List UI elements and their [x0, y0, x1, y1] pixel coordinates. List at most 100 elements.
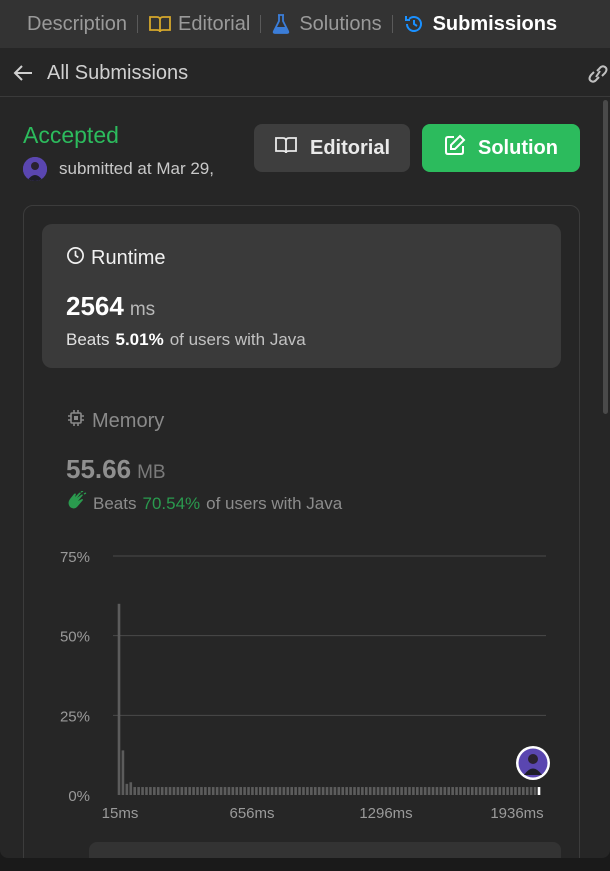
chart-bar[interactable] — [451, 787, 454, 795]
chart-bar[interactable] — [180, 787, 184, 795]
chart-bar[interactable] — [349, 787, 352, 795]
chart-bar[interactable] — [357, 787, 360, 795]
chart-bar[interactable] — [200, 787, 203, 795]
chart-bar[interactable] — [474, 787, 478, 795]
chart-bar[interactable] — [145, 787, 148, 795]
chart-bar[interactable] — [219, 787, 223, 795]
chart-bar[interactable] — [416, 787, 419, 795]
back-arrow-icon[interactable] — [12, 63, 34, 88]
tab-submissions[interactable]: Submissions — [403, 0, 557, 48]
chart-bar[interactable] — [188, 787, 191, 795]
chart-bar[interactable] — [274, 787, 278, 795]
chart-bar[interactable] — [510, 787, 513, 795]
chart-bar[interactable] — [455, 787, 458, 795]
chart-bar[interactable] — [310, 787, 313, 795]
chart-bar[interactable] — [392, 787, 396, 795]
chart-bar[interactable] — [192, 787, 195, 795]
chart-bar[interactable] — [176, 787, 180, 795]
scrollbar[interactable] — [603, 100, 608, 414]
chart-bar[interactable] — [290, 787, 294, 795]
all-submissions-link[interactable]: All Submissions — [47, 62, 188, 85]
chart-bar[interactable] — [164, 787, 168, 795]
chart-bar[interactable] — [306, 787, 309, 795]
solution-button[interactable]: Solution — [422, 124, 580, 172]
chart-bar[interactable] — [223, 787, 227, 795]
chart-bar[interactable] — [231, 787, 235, 795]
editorial-button[interactable]: Editorial — [254, 124, 410, 172]
chart-bar[interactable] — [439, 787, 443, 795]
chart-bar[interactable] — [521, 787, 525, 795]
chart-bar[interactable] — [529, 787, 533, 795]
chart-bar[interactable] — [443, 787, 447, 795]
chart-bar[interactable] — [423, 787, 427, 795]
chart-bar[interactable] — [153, 787, 156, 795]
chart-bar[interactable] — [337, 787, 341, 795]
chart-bar[interactable] — [376, 787, 380, 795]
tab-editorial[interactable]: Editorial — [148, 0, 250, 48]
chart-bar[interactable] — [333, 787, 337, 795]
chart-bar[interactable] — [133, 787, 137, 795]
chart-bar[interactable] — [372, 787, 376, 795]
chart-bar[interactable] — [325, 787, 329, 795]
chart-bar[interactable] — [262, 787, 266, 795]
chart-bar[interactable] — [239, 787, 242, 795]
chart-bar[interactable] — [286, 787, 290, 795]
chart-bar[interactable] — [345, 787, 348, 795]
chart-bar[interactable] — [361, 787, 364, 795]
chart-bar[interactable] — [278, 787, 282, 795]
chart-bar[interactable] — [149, 787, 152, 795]
chart-bar[interactable] — [384, 787, 388, 795]
chart-bar[interactable] — [353, 787, 356, 795]
chart-bar[interactable] — [137, 787, 140, 795]
chart-bar[interactable] — [431, 787, 435, 795]
chart-bar[interactable] — [435, 787, 439, 795]
chart-bar[interactable] — [168, 787, 172, 795]
chart-bar[interactable] — [302, 787, 305, 795]
chart-bar[interactable] — [490, 787, 494, 795]
chart-bar[interactable] — [419, 787, 423, 795]
runtime-distribution-chart[interactable]: 75% 50% 25% 0% 15ms 656ms 1296ms 1936ms — [40, 540, 570, 830]
chart-bar[interactable] — [141, 787, 144, 795]
chart-bar[interactable] — [502, 787, 505, 795]
chart-bar[interactable] — [172, 787, 176, 795]
chart-bar[interactable] — [494, 787, 498, 795]
chart-bar[interactable] — [243, 787, 246, 795]
chart-bar[interactable] — [396, 787, 399, 795]
chart-bar[interactable] — [160, 787, 164, 795]
chart-bar[interactable] — [329, 787, 333, 795]
chart-bar[interactable] — [533, 787, 537, 795]
chart-bar[interactable] — [364, 787, 368, 795]
chart-bar[interactable] — [247, 787, 250, 795]
chart-bar-current[interactable] — [537, 787, 541, 795]
chart-bar[interactable] — [486, 787, 490, 795]
chart-bar[interactable] — [204, 787, 207, 795]
chart-bar[interactable] — [251, 787, 254, 795]
chart-bar[interactable] — [341, 787, 345, 795]
chart-bar[interactable] — [514, 787, 517, 795]
chart-bar[interactable] — [368, 787, 372, 795]
chart-bar[interactable] — [184, 787, 188, 795]
chart-avatar-marker[interactable] — [516, 746, 550, 780]
chart-bar[interactable] — [117, 603, 121, 795]
tab-solutions[interactable]: Solutions — [271, 0, 382, 48]
chart-bar[interactable] — [467, 787, 470, 795]
chart-bar[interactable] — [463, 787, 466, 795]
code-preview-box[interactable] — [89, 842, 561, 858]
chart-bar[interactable] — [400, 787, 403, 795]
chart-bar[interactable] — [518, 787, 521, 795]
chart-bar[interactable] — [207, 787, 211, 795]
chart-bar[interactable] — [156, 787, 160, 795]
chart-bar[interactable] — [125, 783, 129, 795]
chart-bar[interactable] — [313, 787, 317, 795]
chart-bar[interactable] — [215, 787, 219, 795]
chart-bar[interactable] — [266, 787, 270, 795]
chart-bar[interactable] — [270, 787, 274, 795]
chart-bar[interactable] — [482, 787, 486, 795]
chart-bar[interactable] — [298, 787, 301, 795]
chart-bar[interactable] — [255, 787, 258, 795]
chart-bar[interactable] — [235, 787, 239, 795]
memory-title[interactable]: Memory — [66, 408, 164, 434]
chart-bar[interactable] — [525, 787, 529, 795]
chart-bar[interactable] — [317, 787, 321, 795]
chart-bar[interactable] — [294, 787, 297, 795]
